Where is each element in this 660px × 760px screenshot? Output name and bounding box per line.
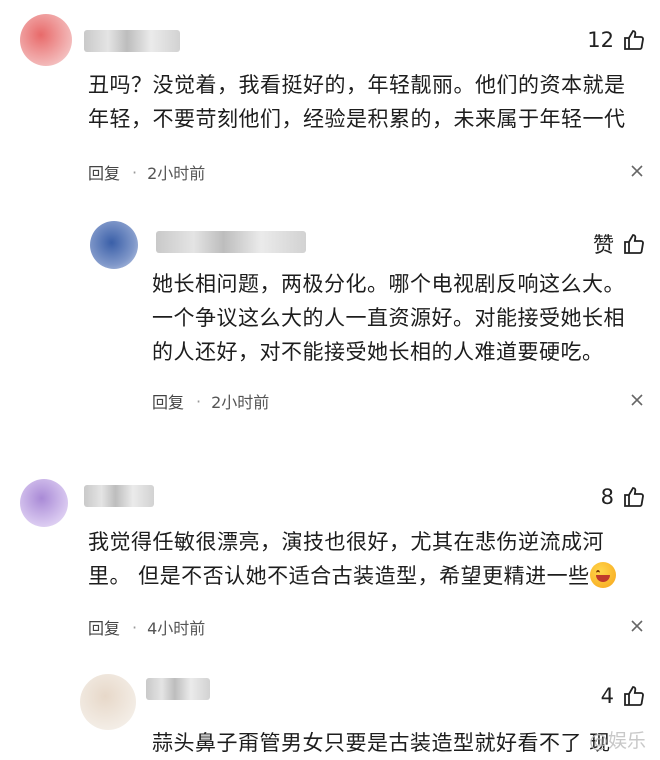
reply-button[interactable]: 回复 bbox=[88, 160, 120, 184]
like-count: 8 bbox=[600, 485, 614, 509]
reply-button[interactable]: 回复 bbox=[152, 389, 184, 413]
more-options-icon[interactable] bbox=[630, 393, 644, 407]
username-blurred[interactable] bbox=[146, 678, 210, 700]
like-count: 4 bbox=[600, 684, 614, 708]
like-button[interactable]: 8 bbox=[601, 485, 646, 509]
watermark: @娱乐 bbox=[588, 730, 646, 752]
separator-dot: · bbox=[132, 617, 138, 637]
timestamp: 2小时前 bbox=[211, 393, 270, 412]
username-blurred[interactable] bbox=[156, 231, 306, 253]
timestamp: 4小时前 bbox=[147, 619, 206, 638]
username-blurred[interactable] bbox=[84, 30, 180, 52]
comment-2: 赞 她长相问题，两极分化。哪个电视剧反响这么大。 一个争议这么大的人一直资源好。… bbox=[0, 205, 660, 435]
like-button[interactable]: 赞 bbox=[593, 229, 646, 259]
comment-text: 丑吗？没觉着，我看挺好的，年轻靓丽。他们的资本就是 年轻，不要苛刻他们，经验是积… bbox=[88, 73, 626, 131]
avatar[interactable] bbox=[80, 674, 136, 730]
comment-4: 4 蒜头鼻子甭管男女只要是古装造型就好看不了 现 bbox=[0, 670, 660, 759]
username-blurred[interactable] bbox=[84, 485, 154, 507]
comment-meta: 回复 · 2小时前 bbox=[88, 160, 205, 184]
thumbs-up-icon bbox=[624, 30, 644, 50]
comment-meta: 回复 · 2小时前 bbox=[152, 389, 269, 413]
thumbs-up-icon bbox=[624, 686, 644, 706]
thumbs-up-icon bbox=[624, 487, 644, 507]
comment-1: 12 丑吗？没觉着，我看挺好的，年轻靓丽。他们的资本就是 年轻，不要苛刻他们，经… bbox=[0, 0, 660, 200]
reply-button[interactable]: 回复 bbox=[88, 615, 120, 639]
comment-text: 蒜头鼻子甭管男女只要是古装造型就好看不了 现 bbox=[152, 731, 611, 755]
like-button[interactable]: 12 bbox=[587, 28, 646, 52]
separator-dot: · bbox=[196, 391, 202, 411]
comment-text: 她长相问题，两极分化。哪个电视剧反响这么大。 一个争议这么大的人一直资源好。对能… bbox=[152, 272, 625, 364]
like-button[interactable]: 4 bbox=[601, 684, 646, 708]
avatar[interactable] bbox=[90, 221, 138, 269]
more-options-icon[interactable] bbox=[630, 619, 644, 633]
like-label: 赞 bbox=[593, 233, 614, 257]
comment-meta: 回复 · 4小时前 bbox=[88, 615, 205, 639]
like-count: 12 bbox=[587, 28, 614, 52]
comment-text: 我觉得任敏很漂亮，演技也很好，尤其在悲伤逆流成河 里。 但是不否认她不适合古装造… bbox=[88, 525, 616, 593]
comment-3: 8 我觉得任敏很漂亮，演技也很好，尤其在悲伤逆流成河 里。 但是不否认她不适合古… bbox=[0, 465, 660, 655]
laughing-emoji-icon bbox=[589, 562, 616, 588]
thumbs-up-icon bbox=[624, 234, 644, 254]
more-options-icon[interactable] bbox=[630, 164, 644, 178]
timestamp: 2小时前 bbox=[147, 164, 206, 183]
separator-dot: · bbox=[132, 162, 138, 182]
avatar[interactable] bbox=[20, 14, 72, 66]
avatar[interactable] bbox=[20, 479, 68, 527]
